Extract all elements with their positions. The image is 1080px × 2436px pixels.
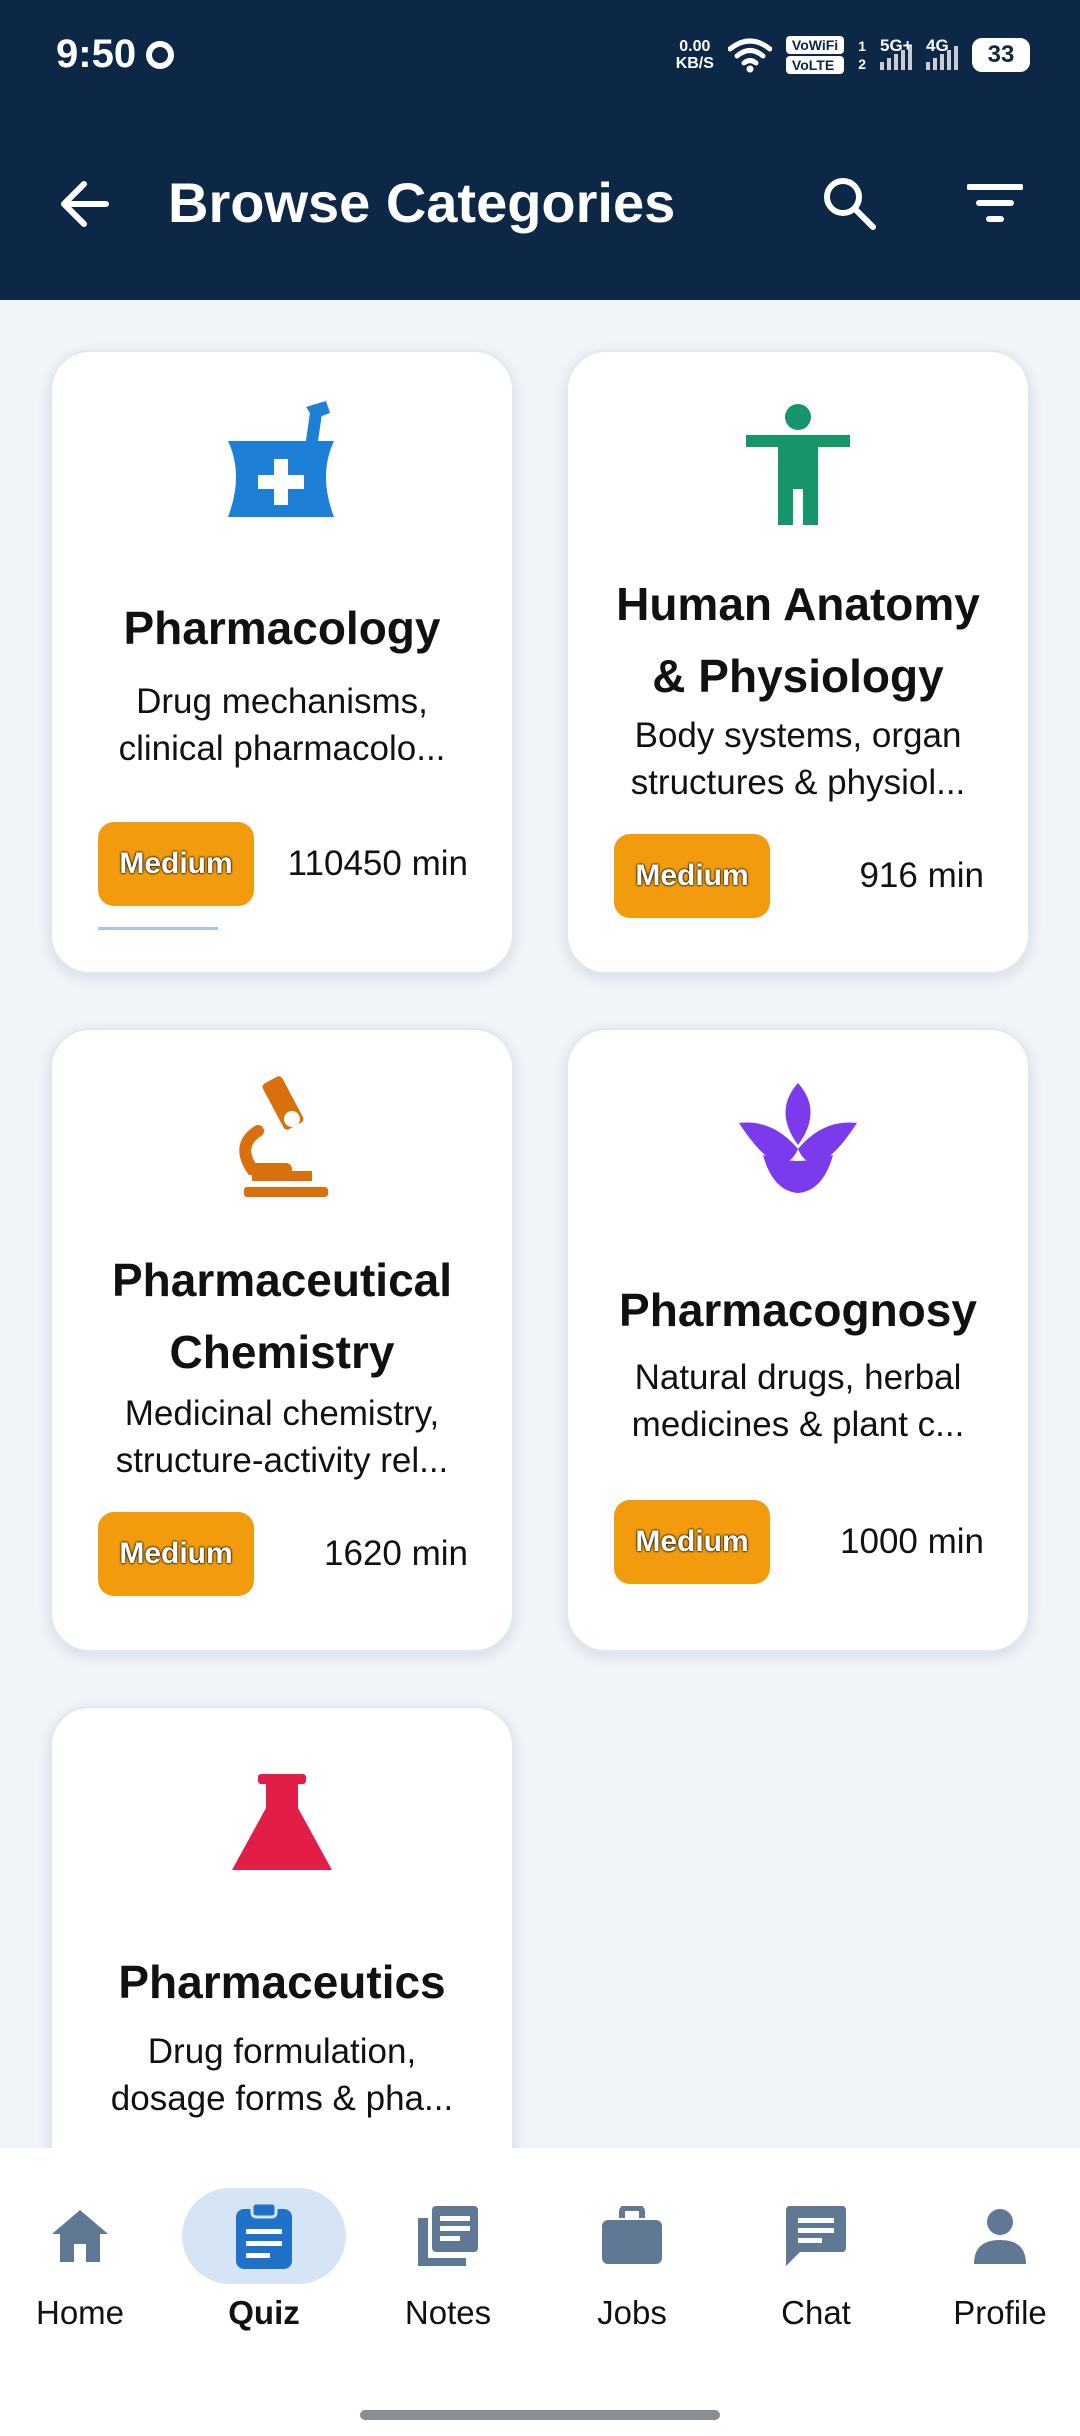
category-title-line: Pharmaceutical xyxy=(111,1254,453,1306)
category-description-line: structures & physiol... xyxy=(630,763,966,802)
category-title-line: Chemistry xyxy=(169,1326,395,1378)
clipboard-icon xyxy=(236,2201,292,2269)
network1-label: 5G+ xyxy=(880,36,913,55)
category-description-line: Drug mechanisms, xyxy=(136,682,428,721)
nav-label: Notes xyxy=(404,2294,492,2331)
nav-item-notes[interactable]: Notes xyxy=(356,2188,540,2338)
home-indicator[interactable] xyxy=(360,2410,720,2420)
nav-label: Profile xyxy=(953,2294,1047,2331)
category-card-pharmacology[interactable]: Pharmacology Drug mechanisms, clinical p… xyxy=(50,350,514,974)
nav-icon-container xyxy=(734,2188,898,2284)
signal-icon-sim2: 4G xyxy=(926,36,958,70)
bottom-navigation: Home Quiz Notes Jobs Chat Profile xyxy=(0,2148,1080,2436)
nav-label: Quiz xyxy=(228,2294,300,2331)
home-icon xyxy=(52,2210,108,2262)
signal-icon-sim1: 5G+ xyxy=(880,36,913,70)
person-icon xyxy=(974,2209,1026,2264)
category-description: Natural drugs, herbal medicines & plant … xyxy=(604,1354,992,1448)
category-title-line: & Physiology xyxy=(652,650,944,702)
mortar-pestle-icon xyxy=(212,392,352,532)
filter-button[interactable] xyxy=(960,170,1030,236)
category-description-line: Body systems, organ xyxy=(634,716,962,755)
back-button[interactable] xyxy=(52,172,116,236)
card-progress-line xyxy=(98,927,218,930)
wifi-icon xyxy=(727,38,772,73)
arrow-left-icon xyxy=(61,181,109,227)
nav-icon-container xyxy=(550,2188,714,2284)
category-card-pharmacognosy[interactable]: Pharmacognosy Natural drugs, herbal medi… xyxy=(566,1028,1030,1652)
network-speed: 0.00 KB/S xyxy=(676,38,714,72)
page-title: Browse Categories xyxy=(168,171,676,234)
nav-icon-container xyxy=(918,2188,1080,2284)
category-card-human-anatomy[interactable]: Human Anatomy & Physiology Body systems,… xyxy=(566,350,1030,974)
flask-icon xyxy=(212,1748,352,1888)
volte-label: VoLTE xyxy=(785,56,845,74)
microscope-icon xyxy=(212,1066,352,1206)
filter-icon xyxy=(967,184,1023,222)
vowifi-label: VoWiFi xyxy=(785,36,845,54)
nav-label: Jobs xyxy=(597,2294,667,2331)
category-description: Drug formulation, dosage forms & pha... xyxy=(88,2028,476,2122)
status-time: 9:50 xyxy=(56,32,175,77)
network2-label: 4G xyxy=(926,36,949,55)
category-title: Pharmacology xyxy=(123,602,441,654)
category-description: Body systems, organ structures & physiol… xyxy=(604,712,992,806)
search-button[interactable] xyxy=(816,170,882,236)
nav-label: Chat xyxy=(781,2294,851,2331)
category-description-line: dosage forms & pha... xyxy=(110,2079,454,2118)
category-description: Drug mechanisms, clinical pharmacolo... xyxy=(88,678,476,772)
category-description-line: clinical pharmacolo... xyxy=(118,729,446,768)
difficulty-badge: Medium xyxy=(98,822,254,906)
nav-icon-container xyxy=(182,2188,346,2284)
category-description-line: structure-activity rel... xyxy=(115,1441,449,1480)
nav-item-chat[interactable]: Chat xyxy=(724,2188,908,2338)
vowifi-badge: VoWiFi VoLTE xyxy=(785,36,845,74)
category-duration: 916 min xyxy=(859,856,984,895)
difficulty-badge: Medium xyxy=(614,834,770,918)
category-duration: 1000 min xyxy=(840,1522,984,1561)
search-icon xyxy=(824,178,876,230)
battery-icon: 33 xyxy=(972,38,1030,72)
nav-icon-container xyxy=(366,2188,530,2284)
nav-label: Home xyxy=(35,2294,125,2331)
network-speed-unit: KB/S xyxy=(675,55,714,72)
category-description-line: Medicinal chemistry, xyxy=(124,1394,440,1433)
category-description-line: Drug formulation, xyxy=(147,2032,417,2071)
sim1-label: 1 xyxy=(858,38,866,54)
nav-icon-container xyxy=(0,2188,162,2284)
category-title: Pharmaceutical Chemistry xyxy=(72,1244,492,1388)
sync-icon xyxy=(146,40,175,69)
status-icons: 0.00 KB/S VoWiFi VoLTE 1 2 5G+ 4G 33 xyxy=(676,36,1030,74)
nav-item-quiz[interactable]: Quiz xyxy=(172,2188,356,2338)
category-duration: 110450 min xyxy=(287,844,468,883)
category-description-line: medicines & plant c... xyxy=(631,1405,965,1444)
app-header: 9:50 0.00 KB/S VoWiFi VoLTE 1 2 5G+ 4G 3… xyxy=(0,0,1080,300)
network-speed-value: 0.00 xyxy=(679,38,711,55)
category-duration: 1620 min xyxy=(324,1534,468,1573)
sim2-label: 2 xyxy=(858,56,866,72)
notes-icon xyxy=(418,2206,478,2266)
category-title: Human Anatomy & Physiology xyxy=(588,568,1008,712)
chat-icon xyxy=(786,2206,846,2266)
nav-item-home[interactable]: Home xyxy=(0,2188,172,2338)
app-screen: 9:50 0.00 KB/S VoWiFi VoLTE 1 2 5G+ 4G 3… xyxy=(0,0,1080,2436)
status-clock: 9:50 xyxy=(56,32,137,76)
briefcase-icon xyxy=(602,2206,662,2264)
category-description: Medicinal chemistry, structure-activity … xyxy=(88,1390,476,1484)
nav-item-jobs[interactable]: Jobs xyxy=(540,2188,724,2338)
difficulty-badge: Medium xyxy=(614,1500,770,1584)
category-card-pharmaceutical-chemistry[interactable]: Pharmaceutical Chemistry Medicinal chemi… xyxy=(50,1028,514,1652)
sim-numbers: 1 2 xyxy=(858,37,866,73)
category-description-line: Natural drugs, herbal xyxy=(634,1358,962,1397)
difficulty-badge: Medium xyxy=(98,1512,254,1596)
person-icon xyxy=(728,392,868,532)
nav-item-profile[interactable]: Profile xyxy=(908,2188,1080,2338)
category-title: Pharmaceutics xyxy=(118,1956,446,2008)
leaf-icon xyxy=(728,1066,868,1206)
category-title-line: Human Anatomy xyxy=(616,578,980,630)
category-title: Pharmacognosy xyxy=(619,1284,977,1336)
battery-level: 33 xyxy=(987,41,1015,68)
